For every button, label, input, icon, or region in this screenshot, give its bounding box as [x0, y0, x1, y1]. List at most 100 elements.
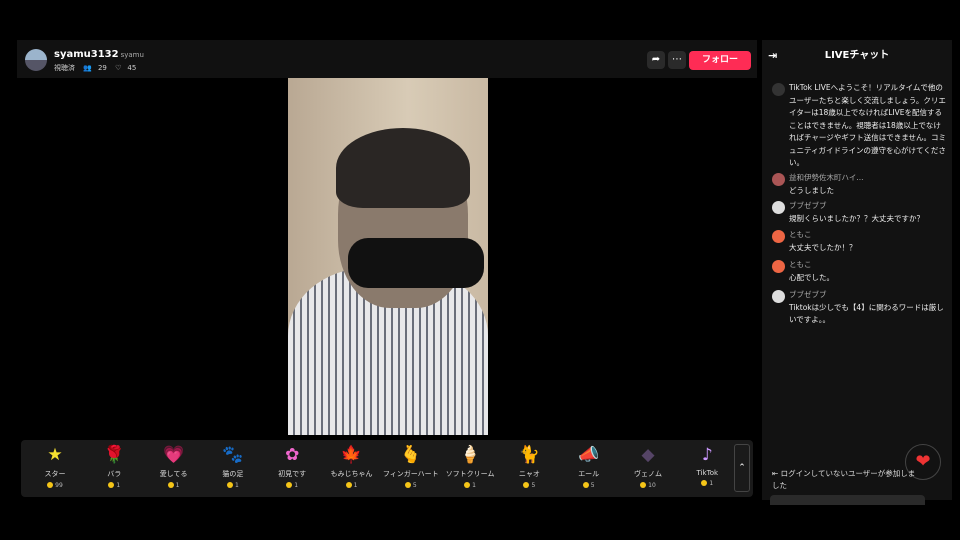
gift-name: フィンガーハート	[382, 470, 439, 478]
coin-icon	[167, 482, 174, 488]
chat-text: どうしました	[789, 185, 834, 195]
gift-price: 1	[145, 482, 203, 489]
gift-item[interactable]: 💗 愛してる 1	[145, 444, 203, 489]
chat-text: 規制くらいましたか？？大丈夫ですか？	[789, 213, 924, 223]
gift-price-value: 5	[590, 482, 595, 489]
gift-name: エール	[578, 470, 600, 478]
gift-item[interactable]: 🌹 バラ 1	[85, 444, 143, 489]
gift-item[interactable]: ✿ 初見です 1	[263, 444, 321, 489]
chat-username[interactable]: 益和伊勢佐木町ハイ...	[789, 172, 947, 185]
coin-icon	[582, 482, 589, 488]
coin-icon	[47, 482, 54, 488]
gift-name: TikTok	[696, 469, 719, 477]
stream-stats: 視聴済 👥 29 ♡ 45	[54, 63, 142, 73]
gift-price-value: 1	[175, 482, 180, 489]
gift-item[interactable]: ♪ TikTok 1	[678, 444, 736, 487]
chat-text: 心配でした。	[789, 272, 834, 282]
chat-text: 大丈夫でしたか！？	[789, 242, 857, 252]
chat-input[interactable]	[770, 495, 925, 505]
gift-price-value: 1	[294, 482, 299, 489]
chat-message: ブブゼブブ Tiktokは少しでも【4】に関わるワードは厳しいですよ。。	[772, 289, 947, 327]
chat-avatar[interactable]	[772, 173, 785, 186]
gift-icon: 🐈	[518, 445, 540, 465]
coin-icon	[286, 482, 293, 488]
chat-username[interactable]: ともこ	[789, 229, 947, 242]
coin-icon	[464, 482, 471, 488]
live-main: syamu3132 syamu 視聴済 👥 29 ♡ 45 ➦ ⋯ フォロー ★ スター…	[17, 40, 757, 500]
avatar[interactable]	[25, 49, 47, 71]
gift-name: 愛してる	[159, 470, 188, 478]
gift-name: ヴェノム	[634, 470, 662, 478]
chat-message: 益和伊勢佐木町ハイ... どうしました	[772, 172, 947, 197]
gift-item[interactable]: ★ スター 99	[26, 444, 84, 489]
gift-icon: ◆	[641, 445, 655, 465]
gift-item[interactable]: 🐾 猫の足 1	[204, 444, 262, 489]
gift-item[interactable]: ◆ ヴェノム 10	[619, 444, 677, 489]
gift-icon: ★	[47, 445, 63, 465]
heart-outline-icon: ♡	[115, 64, 122, 72]
chat-text: TikTok LIVEへようこそ！リアルタイムで他のユーザーたちと楽しく交流しま…	[789, 83, 947, 167]
gift-name: 猫の足	[222, 470, 244, 478]
chat-title: LIVEチャット	[824, 50, 890, 61]
coin-icon	[701, 480, 708, 486]
chat-avatar[interactable]	[772, 201, 785, 214]
gift-price: 1	[441, 482, 499, 489]
gift-icon: ♪	[701, 445, 713, 465]
gift-price: 1	[263, 482, 321, 489]
gift-name: ソフトクリーム	[445, 470, 495, 478]
gift-item[interactable]: 🫰 フィンガーハート 5	[382, 444, 440, 489]
gift-bar: ★ スター 99 🌹 バラ 1 💗 愛してる 1 🐾 猫の足 1 ✿ 初見です 1 🍁 もみじちゃん 1 🫰 フィンガ…	[21, 440, 753, 497]
viewer-count: 29	[97, 64, 107, 72]
chat-message: ブブゼブブ 規制くらいましたか？？大丈夫ですか？	[772, 200, 947, 225]
expand-gifts-button[interactable]: ⌃	[734, 444, 750, 492]
gift-name: もみじちゃん	[330, 470, 373, 478]
gift-item[interactable]: 🐈 ニャオ 5	[500, 444, 558, 489]
gift-price: 1	[85, 482, 143, 489]
gift-name: ニャオ	[518, 470, 540, 478]
share-button[interactable]: ➦	[647, 51, 665, 69]
coin-icon	[640, 482, 647, 488]
gift-icon: 🍁	[340, 445, 363, 465]
gift-price-value: 1	[472, 482, 476, 489]
gift-price-value: 1	[116, 482, 121, 489]
video-hair	[336, 128, 470, 208]
gift-icon: 🐾	[222, 445, 244, 465]
handle: syamu	[120, 51, 144, 59]
chat-avatar[interactable]	[772, 260, 785, 273]
gift-item[interactable]: 📣 エール 5	[560, 444, 618, 489]
gift-item[interactable]: 🍦 ソフトクリーム 1	[441, 444, 499, 489]
gift-item[interactable]: 🍁 もみじちゃん 1	[323, 444, 381, 489]
live-chat-panel: ⇥ LIVEチャット TikTok LIVEへようこそ！リアルタイムで他のユーザー…	[762, 40, 952, 505]
gift-price-value: 1	[234, 482, 239, 489]
chat-avatar[interactable]	[772, 230, 785, 243]
gift-icon: 💗	[163, 445, 185, 465]
streamer-name[interactable]: syamu3132 syamu	[54, 49, 144, 60]
gift-icon: 🌹	[103, 445, 125, 465]
chat-avatar[interactable]	[772, 290, 785, 303]
subtitle: 視聴済	[54, 64, 75, 72]
share-icon: ➦	[651, 54, 661, 65]
chat-username[interactable]: ともこ	[789, 259, 947, 272]
gift-name: バラ	[107, 470, 122, 478]
chat-username[interactable]: ブブゼブブ	[789, 289, 947, 302]
gift-icon: 🫰	[400, 445, 422, 465]
gift-price: 99	[26, 482, 84, 489]
chat-message: ともこ 大丈夫でしたか！？	[772, 229, 947, 254]
join-notice-text: ログインしていないユーザーが参加しました	[772, 469, 916, 490]
chat-username[interactable]: ブブゼブブ	[789, 200, 947, 213]
more-button[interactable]: ⋯	[668, 51, 686, 69]
gift-icon: ✿	[285, 445, 300, 465]
gift-price: 1	[323, 482, 381, 489]
chat-message: ともこ 心配でした。	[772, 259, 947, 284]
live-video[interactable]	[288, 78, 488, 435]
coin-icon	[345, 482, 352, 488]
gift-icon: 📣	[578, 445, 600, 465]
follow-button[interactable]: フォロー	[689, 51, 751, 70]
coin-icon	[523, 482, 530, 488]
chat-text: Tiktokは少しでも【4】に関わるワードは厳しいですよ。。	[789, 302, 944, 325]
collapse-chat-icon[interactable]: ⇥	[768, 40, 777, 72]
gift-price-value: 5	[531, 482, 536, 489]
gift-price-value: 1	[353, 482, 358, 489]
gift-price: 1	[204, 482, 262, 489]
stream-header: syamu3132 syamu 視聴済 👥 29 ♡ 45 ➦ ⋯ フォロー	[17, 40, 757, 78]
